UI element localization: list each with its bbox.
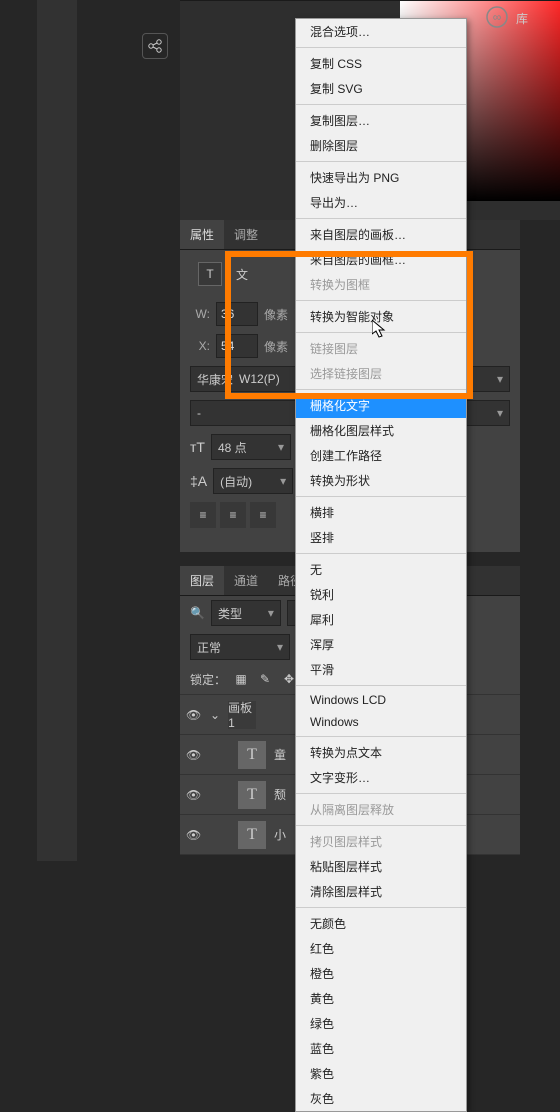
artboard-thumb: 画板 1 xyxy=(228,701,256,729)
width-label: W: xyxy=(190,307,210,321)
align-center-button[interactable]: ≡ xyxy=(220,502,246,528)
type-layer-icon: T xyxy=(198,262,222,286)
mi-windows[interactable]: Windows xyxy=(296,711,466,733)
mi-duplicate-layer[interactable]: 复制图层… xyxy=(296,108,466,133)
mi-color-purple[interactable]: 紫色 xyxy=(296,1061,466,1086)
mi-rasterize-style[interactable]: 栅格化图层样式 xyxy=(296,418,466,443)
mi-delete-layer[interactable]: 删除图层 xyxy=(296,133,466,158)
type-layer-thumb: T xyxy=(238,821,266,849)
filter-type-select[interactable]: 类型▾ xyxy=(211,600,281,626)
mi-rasterize-type[interactable]: 栅格化文字 xyxy=(296,393,466,418)
mi-release-isolation: 从隔离图层释放 xyxy=(296,797,466,822)
mi-color-none[interactable]: 无颜色 xyxy=(296,911,466,936)
mi-blend-options[interactable]: 混合选项… xyxy=(296,19,466,44)
mi-to-point-text[interactable]: 转换为点文本 xyxy=(296,740,466,765)
x-unit: 像素 xyxy=(264,338,288,355)
mi-select-linked: 选择链接图层 xyxy=(296,361,466,386)
mi-color-yellow[interactable]: 黄色 xyxy=(296,986,466,1011)
mi-warp-text[interactable]: 文字变形… xyxy=(296,765,466,790)
lock-pixels-icon[interactable]: ▦ xyxy=(232,670,250,688)
mi-copy-svg[interactable]: 复制 SVG xyxy=(296,76,466,101)
font-size-icon: тT xyxy=(190,439,205,455)
align-right-button[interactable]: ≡ xyxy=(250,502,276,528)
library-label[interactable]: 库 xyxy=(516,10,528,27)
search-icon[interactable]: 🔍 xyxy=(190,606,205,620)
layer-name[interactable]: 颓 xyxy=(274,786,286,803)
svg-text:∞: ∞ xyxy=(493,10,502,24)
mi-aa-sharp[interactable]: 锐利 xyxy=(296,582,466,607)
context-menu: 混合选项… 复制 CSS 复制 SVG 复制图层… 删除图层 快速导出为 PNG… xyxy=(295,18,467,1112)
width-unit: 像素 xyxy=(264,306,288,323)
blend-mode-select[interactable]: 正常▾ xyxy=(190,634,290,660)
mi-aa-crisp[interactable]: 犀利 xyxy=(296,607,466,632)
cursor-icon xyxy=(372,320,388,340)
mi-aa-none[interactable]: 无 xyxy=(296,557,466,582)
mi-color-green[interactable]: 绿色 xyxy=(296,1011,466,1036)
x-input[interactable] xyxy=(216,334,258,358)
leading-select[interactable]: (自动)▾ xyxy=(213,468,293,494)
mi-color-gray[interactable]: 灰色 xyxy=(296,1086,466,1111)
type-layer-thumb: T xyxy=(238,741,266,769)
mi-aa-strong[interactable]: 浑厚 xyxy=(296,632,466,657)
layer-name[interactable]: 童 xyxy=(274,746,286,763)
x-label: X: xyxy=(190,339,210,353)
mi-copy-layer-style: 拷贝图层样式 xyxy=(296,829,466,854)
mi-clear-layer-style[interactable]: 清除图层样式 xyxy=(296,879,466,904)
tab-layers[interactable]: 图层 xyxy=(180,566,224,595)
lock-brush-icon[interactable]: ✎ xyxy=(256,670,274,688)
share-icon xyxy=(147,38,163,54)
mi-vertical[interactable]: 竖排 xyxy=(296,525,466,550)
mi-export-as[interactable]: 导出为… xyxy=(296,190,466,215)
visibility-icon[interactable]: 👁 xyxy=(186,708,202,722)
visibility-icon[interactable]: 👁 xyxy=(186,828,202,842)
align-left-button[interactable]: ≡ xyxy=(190,502,216,528)
mi-to-frame: 转换为图框 xyxy=(296,272,466,297)
mi-copy-css[interactable]: 复制 CSS xyxy=(296,51,466,76)
font-size-select[interactable]: 48 点▾ xyxy=(211,434,291,460)
share-button[interactable] xyxy=(142,33,168,59)
cc-logo-icon: ∞ xyxy=(486,6,508,28)
mi-horizontal[interactable]: 横排 xyxy=(296,500,466,525)
mi-paste-layer-style[interactable]: 粘贴图层样式 xyxy=(296,854,466,879)
tab-properties[interactable]: 属性 xyxy=(180,220,224,249)
tab-adjustments[interactable]: 调整 xyxy=(224,220,268,249)
mi-quick-export[interactable]: 快速导出为 PNG xyxy=(296,165,466,190)
lock-label: 锁定： xyxy=(190,671,226,688)
mi-create-work-path[interactable]: 创建工作路径 xyxy=(296,443,466,468)
visibility-icon[interactable]: 👁 xyxy=(186,748,202,762)
mi-color-red[interactable]: 红色 xyxy=(296,936,466,961)
mi-windows-lcd[interactable]: Windows LCD xyxy=(296,689,466,711)
type-layer-thumb: T xyxy=(238,781,266,809)
tab-channels[interactable]: 通道 xyxy=(224,566,268,595)
leading-icon: ‡A xyxy=(190,473,207,489)
mi-aa-smooth[interactable]: 平滑 xyxy=(296,657,466,682)
mi-frame-from-layers[interactable]: 来自图层的画框… xyxy=(296,247,466,272)
mi-color-blue[interactable]: 蓝色 xyxy=(296,1036,466,1061)
layer-name[interactable]: 小 xyxy=(274,826,286,843)
width-input[interactable] xyxy=(216,302,258,326)
mi-artboard-from-layers[interactable]: 来自图层的画板… xyxy=(296,222,466,247)
mi-color-orange[interactable]: 橙色 xyxy=(296,961,466,986)
left-sidebar xyxy=(0,0,77,861)
visibility-icon[interactable]: 👁 xyxy=(186,788,202,802)
dark-column xyxy=(0,0,37,861)
chevron-down-icon[interactable]: ⌄ xyxy=(210,708,220,722)
type-desc: 文 xyxy=(236,266,248,283)
mi-convert-to-shape[interactable]: 转换为形状 xyxy=(296,468,466,493)
